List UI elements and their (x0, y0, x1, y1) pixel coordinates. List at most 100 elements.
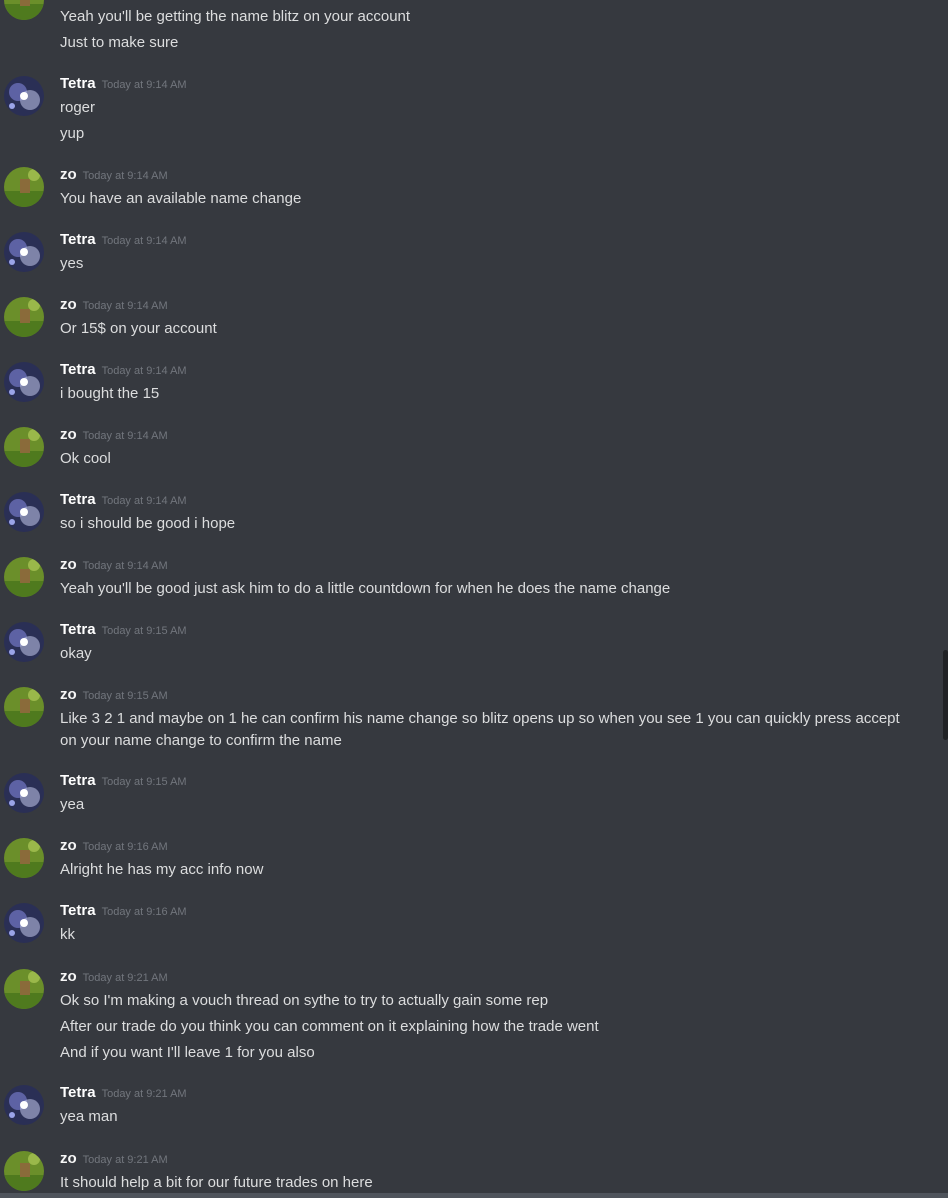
message-text: roger (60, 99, 96, 116)
tetra-avatar[interactable] (4, 903, 44, 943)
username[interactable]: Tetra (60, 902, 96, 919)
timestamp: Today at 9:14 AM (82, 430, 168, 442)
field-avatar-icon (4, 0, 44, 20)
username[interactable]: Tetra (60, 491, 96, 508)
message-header: Tetra Today at 9:14 AM (60, 75, 187, 95)
message-text: After our trade do you think you can com… (60, 1018, 599, 1035)
zo-avatar[interactable] (4, 687, 44, 727)
message-text: Alright he has my acc info now (60, 861, 264, 878)
message-header: zo Today at 9:15 AM (60, 686, 168, 706)
zo-avatar[interactable] (4, 1151, 44, 1191)
message-text: Just to make sure (60, 34, 179, 51)
tetra-avatar[interactable] (4, 76, 44, 116)
zo-avatar[interactable] (4, 969, 44, 1009)
field-avatar-icon (4, 969, 44, 1009)
zo-avatar[interactable] (4, 557, 44, 597)
timestamp: Today at 9:21 AM (82, 972, 168, 984)
message-header: Tetra Today at 9:16 AM (60, 902, 187, 922)
bottom-divider (0, 1193, 948, 1198)
chat-messages[interactable]: Yeah you'll be getting the name blitz on… (0, 0, 948, 1198)
scrollbar-thumb[interactable] (943, 650, 948, 740)
message-text: yea (60, 796, 85, 813)
tetra-avatar[interactable] (4, 622, 44, 662)
message-text: Like 3 2 1 and maybe on 1 he can confirm… (60, 710, 900, 749)
message-text: It should help a bit for our future trad… (60, 1174, 373, 1191)
message-header: Tetra Today at 9:15 AM (60, 772, 187, 792)
tetra-avatar[interactable] (4, 1085, 44, 1125)
tetra-avatar[interactable] (4, 232, 44, 272)
username[interactable]: Tetra (60, 361, 96, 378)
timestamp: Today at 9:14 AM (101, 365, 187, 377)
username[interactable]: Tetra (60, 772, 96, 789)
message-text: Ok cool (60, 450, 111, 467)
message-header: Tetra Today at 9:14 AM (60, 231, 187, 251)
message-text: yup (60, 125, 85, 142)
timestamp: Today at 9:14 AM (82, 170, 168, 182)
message-header: zo Today at 9:14 AM (60, 426, 168, 446)
message-text: Yeah you'll be getting the name blitz on… (60, 8, 411, 25)
timestamp: Today at 9:21 AM (82, 1154, 168, 1166)
galaxy-avatar-icon (4, 492, 44, 532)
timestamp: Today at 9:14 AM (82, 300, 168, 312)
username[interactable]: zo (60, 1150, 77, 1167)
timestamp: Today at 9:14 AM (101, 235, 187, 247)
message-header: zo Today at 9:14 AM (60, 296, 168, 316)
field-avatar-icon (4, 1151, 44, 1191)
galaxy-avatar-icon (4, 76, 44, 116)
message-text: You have an available name change (60, 190, 302, 207)
username[interactable]: zo (60, 296, 77, 313)
message-text: i bought the 15 (60, 385, 160, 402)
message-text: And if you want I'll leave 1 for you als… (60, 1044, 315, 1061)
zo-avatar[interactable] (4, 297, 44, 337)
message-text: yes (60, 255, 84, 272)
message-header: zo Today at 9:16 AM (60, 837, 168, 857)
timestamp: Today at 9:21 AM (101, 1088, 187, 1100)
timestamp: Today at 9:14 AM (82, 560, 168, 572)
message-text: Or 15$ on your account (60, 320, 217, 337)
message-text: Yeah you'll be good just ask him to do a… (60, 580, 671, 597)
username[interactable]: Tetra (60, 1084, 96, 1101)
message-header: Tetra Today at 9:15 AM (60, 621, 187, 641)
field-avatar-icon (4, 687, 44, 727)
field-avatar-icon (4, 838, 44, 878)
message-text: okay (60, 645, 92, 662)
zo-avatar[interactable] (4, 427, 44, 467)
message-header: zo Today at 9:14 AM (60, 166, 168, 186)
galaxy-avatar-icon (4, 773, 44, 813)
message-text: so i should be good i hope (60, 515, 236, 532)
galaxy-avatar-icon (4, 1085, 44, 1125)
message-header: Tetra Today at 9:21 AM (60, 1084, 187, 1104)
username[interactable]: Tetra (60, 231, 96, 248)
field-avatar-icon (4, 167, 44, 207)
tetra-avatar[interactable] (4, 362, 44, 402)
tetra-avatar[interactable] (4, 773, 44, 813)
message-header: Tetra Today at 9:14 AM (60, 491, 187, 511)
galaxy-avatar-icon (4, 903, 44, 943)
tetra-avatar[interactable] (4, 492, 44, 532)
field-avatar-icon (4, 427, 44, 467)
username[interactable]: Tetra (60, 621, 96, 638)
galaxy-avatar-icon (4, 622, 44, 662)
username[interactable]: zo (60, 426, 77, 443)
username[interactable]: zo (60, 837, 77, 854)
message-text: yea man (60, 1108, 118, 1125)
username[interactable]: zo (60, 556, 77, 573)
message-text: kk (60, 926, 75, 943)
zo-avatar[interactable] (4, 167, 44, 207)
galaxy-avatar-icon (4, 232, 44, 272)
zo-avatar[interactable] (4, 0, 44, 20)
message-header: Tetra Today at 9:14 AM (60, 361, 187, 381)
timestamp: Today at 9:14 AM (101, 495, 187, 507)
username[interactable]: Tetra (60, 75, 96, 92)
message-header: zo Today at 9:14 AM (60, 556, 168, 576)
username[interactable]: zo (60, 968, 77, 985)
username[interactable]: zo (60, 686, 77, 703)
timestamp: Today at 9:16 AM (82, 841, 168, 853)
message-header: zo Today at 9:21 AM (60, 968, 168, 988)
zo-avatar[interactable] (4, 838, 44, 878)
field-avatar-icon (4, 297, 44, 337)
timestamp: Today at 9:14 AM (101, 79, 187, 91)
username[interactable]: zo (60, 166, 77, 183)
timestamp: Today at 9:15 AM (101, 625, 187, 637)
message-header: zo Today at 9:21 AM (60, 1150, 168, 1170)
